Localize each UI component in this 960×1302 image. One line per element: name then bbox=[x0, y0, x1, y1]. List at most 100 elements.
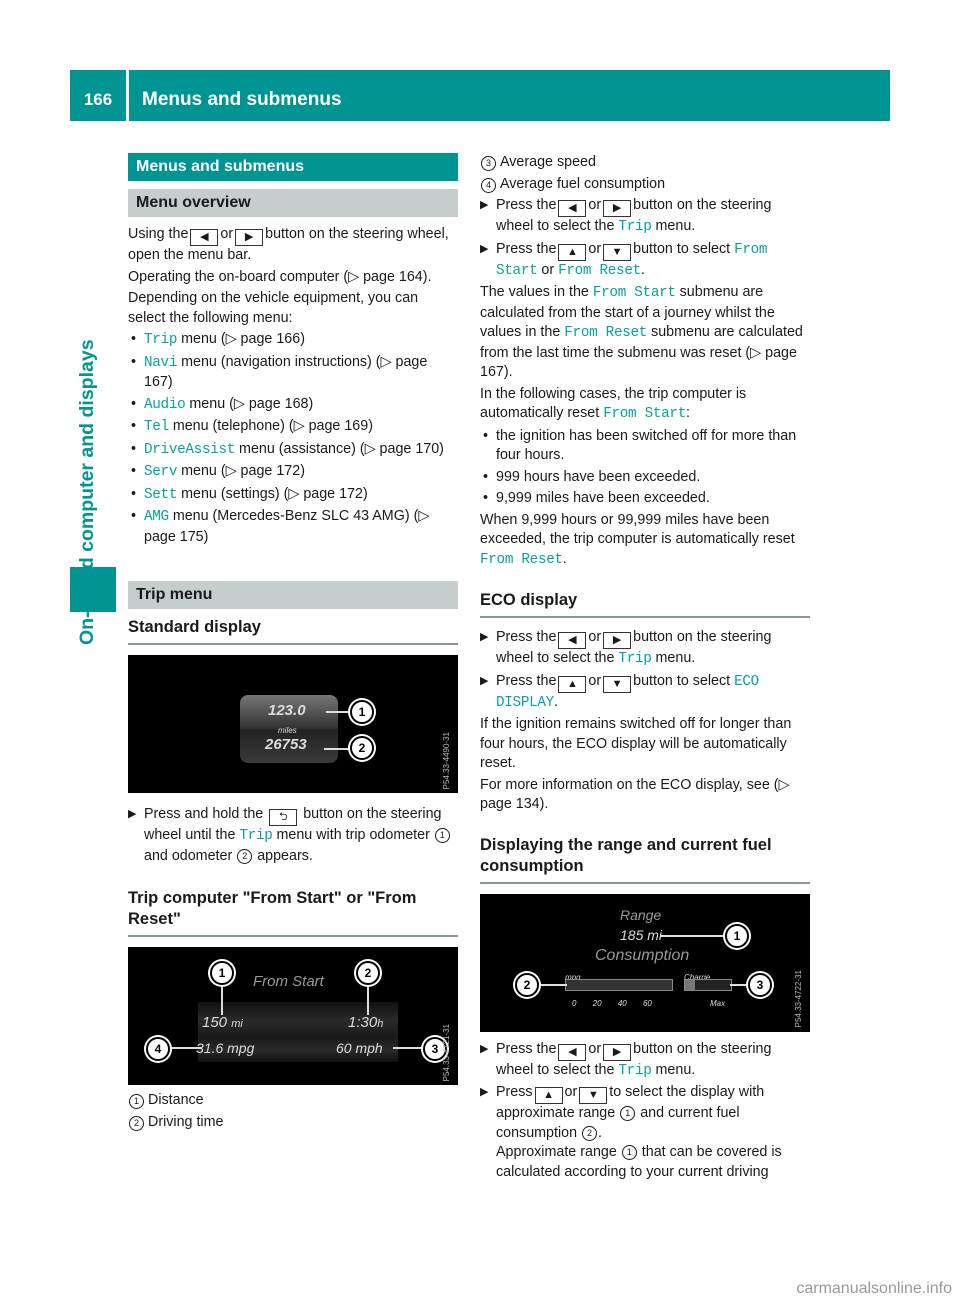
menu-list-item: Trip menu (▷ page 166) bbox=[128, 330, 458, 351]
avg-consumption-value: 31.6 mpg bbox=[196, 1040, 255, 1056]
right-button-icon: ▶ bbox=[603, 200, 632, 217]
up-button-icon: ▲ bbox=[558, 243, 587, 261]
eco-reset-note: If the ignition remains switched off for… bbox=[480, 716, 792, 771]
instruction-step: ▶ Press the ▲ or ▼ button to select ECO DISP… bbox=[480, 672, 759, 711]
left-button-icon: ◀ bbox=[190, 229, 219, 246]
right-button-icon: ▶ bbox=[603, 1043, 632, 1061]
instruction-step: ▶ Press and hold the ⮌ button on the ste… bbox=[128, 805, 458, 866]
page-number: 166 bbox=[83, 90, 113, 109]
figure-code: P54.33-4721-31 bbox=[441, 1023, 451, 1081]
max-label: Max bbox=[710, 998, 726, 1008]
page-title: Menus and submenus bbox=[142, 89, 342, 110]
figure-legend: 1 Distance 2 Driving time bbox=[128, 1091, 458, 1132]
figure-code: P54.33-4722-31 bbox=[793, 970, 803, 1028]
callout-3: 3 bbox=[748, 972, 772, 997]
right-button-icon: ▶ bbox=[603, 632, 632, 649]
figure-legend-continued: 3 Average speed 4 Average fuel consumption bbox=[480, 153, 810, 194]
range-value: 185 mi bbox=[620, 926, 663, 943]
up-button-icon: ▲ bbox=[558, 675, 587, 693]
consumption-label: Consumption bbox=[595, 946, 690, 964]
instruction-step: ▶ Press the ▲ or ▼ button to select From Sta… bbox=[480, 240, 768, 279]
trip-computer-figure: From Start 150 mi 1:30h 31.6 mpg 60 mph … bbox=[128, 947, 458, 1085]
odometer-value: 26753 bbox=[265, 736, 307, 753]
menu-list-item: AMG menu (Mercedes-Benz SLC 43 AMG) (▷ p… bbox=[128, 507, 458, 547]
step-arrow-icon: ▶ bbox=[480, 674, 489, 687]
step-arrow-icon: ▶ bbox=[480, 199, 489, 211]
right-button-icon: ▶ bbox=[235, 229, 264, 246]
trip-odometer-value: 123.0 bbox=[268, 702, 306, 719]
step-arrow-icon: ▶ bbox=[128, 808, 137, 820]
callout-1: 1 bbox=[725, 923, 749, 948]
trip-menu-heading: Trip menu bbox=[128, 581, 458, 609]
menu-list-item: Audio menu (▷ page 168) bbox=[128, 395, 458, 416]
left-button-icon: ◀ bbox=[558, 1043, 587, 1061]
consumption-bar bbox=[565, 978, 673, 991]
callout-4: 4 bbox=[146, 1037, 170, 1061]
header-divider bbox=[126, 70, 129, 121]
range-figure: Range 185 mi Consumption mpg Charge 0 20… bbox=[480, 893, 810, 1032]
step-arrow-icon: ▶ bbox=[480, 1042, 489, 1055]
callout-ref-1: 1 bbox=[620, 1106, 636, 1121]
callout-ref-1: 1 bbox=[621, 1145, 637, 1160]
standard-display-heading: Standard display bbox=[128, 617, 458, 645]
right-column: 3 Average speed 4 Average fuel consumption… bbox=[480, 153, 810, 1184]
legend-item: 4 Average fuel consumption bbox=[480, 175, 810, 195]
instruction-step: ▶ Press the ◀ or ▶ button on the steering wh… bbox=[480, 629, 772, 667]
page-header: 166 Menus and submenus bbox=[70, 70, 890, 121]
driving-time-value: 1:30h bbox=[348, 1014, 384, 1031]
callout-ref-2: 2 bbox=[582, 1125, 598, 1141]
menu-list-item: Navi menu (navigation instructions) (▷ p… bbox=[128, 353, 458, 393]
menu-overview-intro: Using the ◀ or ▶ button on the steering whee… bbox=[128, 226, 449, 263]
standard-display-figure: 123.0 miles 26753 1 2 P54.33-4490-31 bbox=[128, 655, 458, 793]
down-button-icon: ▼ bbox=[579, 1087, 608, 1104]
menu-list-intro: Depending on the vehicle equipment, you … bbox=[128, 290, 419, 326]
submenu-title: From Start bbox=[253, 973, 324, 990]
consumption-scale: 0 20 40 60 bbox=[572, 998, 652, 1008]
from-reset-explanation: When 9,999 hours or 99,999 miles have be… bbox=[480, 511, 795, 568]
reset-case: the ignition has been switched off for m… bbox=[480, 427, 810, 466]
range-heading: Displaying the range and current fuel co… bbox=[480, 835, 810, 884]
step-arrow-icon: ▶ bbox=[480, 242, 489, 255]
range-label: Range bbox=[620, 906, 662, 923]
back-button-icon: ⮌ bbox=[269, 809, 298, 826]
callout-2: 2 bbox=[356, 961, 380, 985]
up-button-icon: ▲ bbox=[534, 1087, 563, 1104]
reset-case: 999 hours have been exceeded. bbox=[480, 468, 810, 488]
eco-more-info: For more information on the ECO display,… bbox=[480, 776, 790, 813]
section-marker bbox=[70, 567, 116, 612]
callout-ref-2: 2 bbox=[237, 848, 253, 864]
legend-item: 3 Average speed bbox=[480, 153, 810, 173]
step-arrow-icon: ▶ bbox=[480, 631, 489, 643]
callout-ref-1: 1 bbox=[434, 828, 450, 843]
section-heading: Menus and submenus bbox=[128, 153, 458, 181]
left-button-icon: ◀ bbox=[558, 200, 587, 217]
menu-list-item: Sett menu (settings) (▷ page 172) bbox=[128, 485, 458, 506]
submenu-explanation: The values in the From Start submenu are… bbox=[480, 284, 803, 380]
trip-computer-heading: Trip computer "From Start" or "From Rese… bbox=[128, 888, 458, 937]
callout-2: 2 bbox=[350, 736, 374, 760]
auto-reset-intro: In the following cases, the trip compute… bbox=[480, 385, 747, 423]
reset-cases-list: the ignition has been switched off for m… bbox=[480, 427, 810, 509]
eco-display-heading: ECO display bbox=[480, 590, 810, 618]
down-button-icon: ▼ bbox=[603, 675, 632, 693]
callout-2: 2 bbox=[515, 972, 539, 997]
charge-bar bbox=[684, 978, 732, 991]
avg-speed-value: 60 mph bbox=[336, 1040, 383, 1056]
menu-list-item: Tel menu (telephone) (▷ page 169) bbox=[128, 417, 458, 438]
callout-1: 1 bbox=[350, 700, 374, 724]
distance-value: 150 mi bbox=[202, 1014, 243, 1031]
menu-overview-heading: Menu overview bbox=[128, 189, 458, 217]
reset-case: 9,999 miles have been exceeded. bbox=[480, 489, 810, 509]
figure-code: P54.33-4490-31 bbox=[441, 731, 451, 789]
down-button-icon: ▼ bbox=[603, 243, 632, 261]
instruction-step: ▶ Press the ◀ or ▶ button on the steering wh… bbox=[480, 197, 772, 235]
sidebar: On-board computer and displays bbox=[70, 150, 126, 645]
menu-list: Trip menu (▷ page 166) Navi menu (naviga… bbox=[128, 330, 458, 547]
operating-reference: Operating the on-board computer (▷ page … bbox=[128, 268, 432, 285]
step-arrow-icon: ▶ bbox=[480, 1086, 489, 1098]
instruction-step: ▶ Press the ◀ or ▶ button on the steering wh… bbox=[480, 1040, 772, 1079]
legend-item: 1 Distance bbox=[128, 1091, 458, 1111]
menu-list-item: DriveAssist menu (assistance) (▷ page 17… bbox=[128, 440, 458, 461]
left-button-icon: ◀ bbox=[558, 632, 587, 649]
left-column: Menus and submenus Menu overview Using t… bbox=[128, 153, 458, 1134]
